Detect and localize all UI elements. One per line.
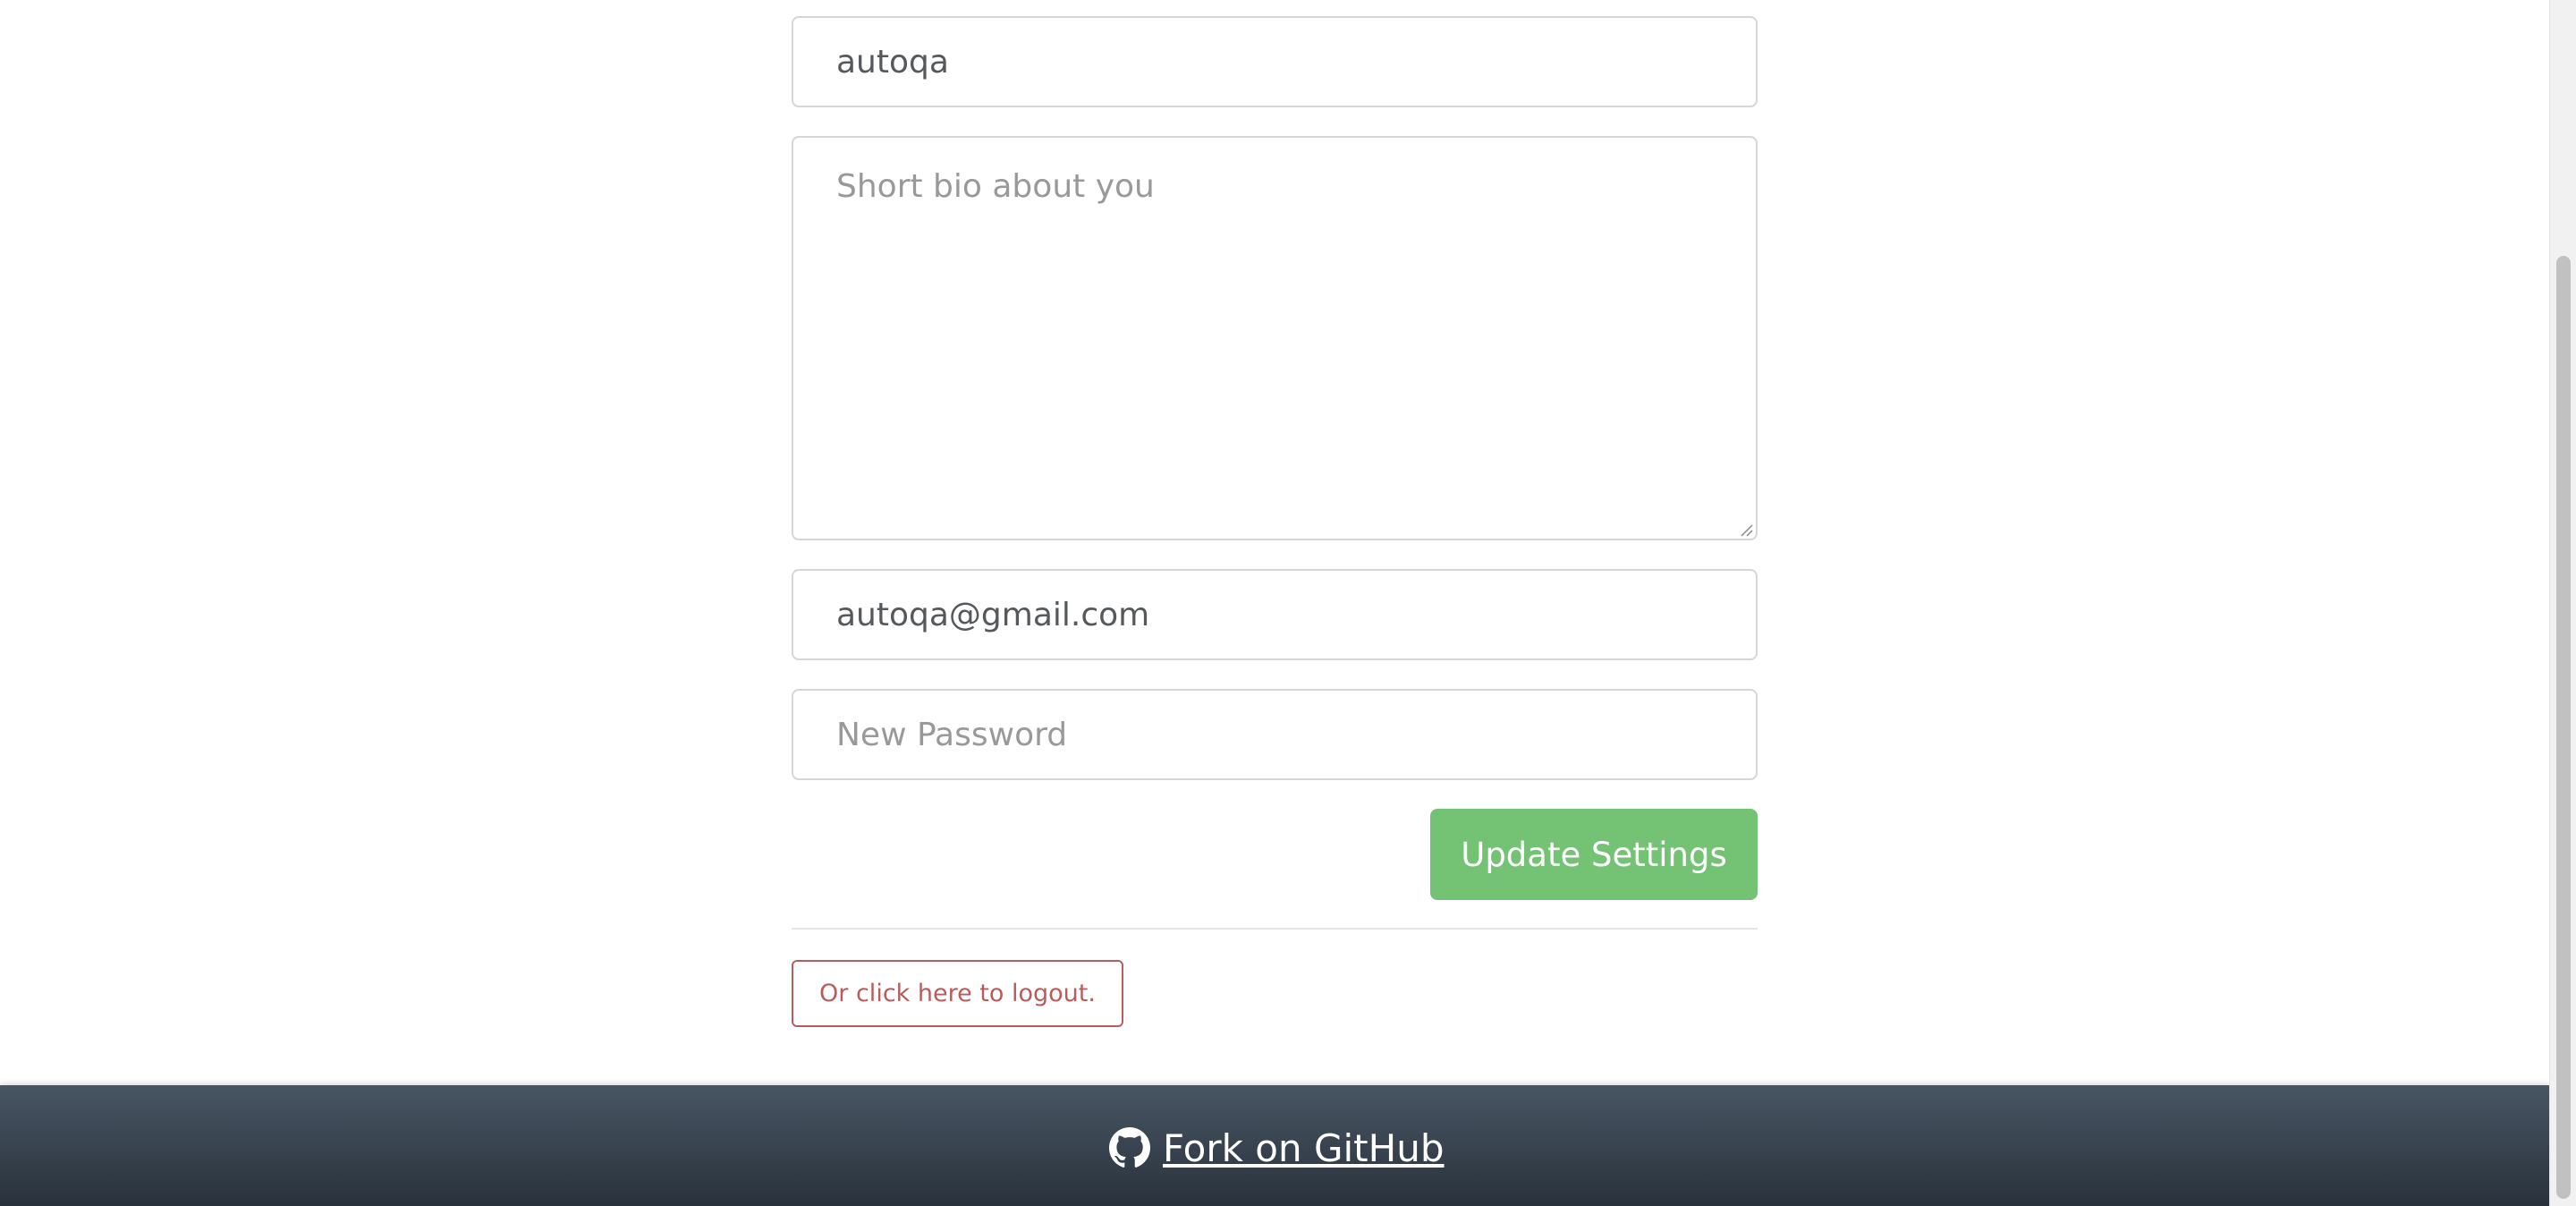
vertical-scrollbar[interactable] xyxy=(2549,0,2576,1206)
bio-textarea[interactable] xyxy=(792,136,1758,540)
page: Update Settings Or click here to logout.… xyxy=(0,0,2576,1206)
scrollbar-thumb[interactable] xyxy=(2556,256,2571,1199)
email-input[interactable] xyxy=(792,569,1758,660)
username-input[interactable] xyxy=(792,16,1758,107)
new-password-input[interactable] xyxy=(792,689,1758,780)
fork-on-github-label: Fork on GitHub xyxy=(1163,1125,1445,1170)
settings-content: Update Settings Or click here to logout. xyxy=(0,0,2549,1085)
update-settings-button[interactable]: Update Settings xyxy=(1430,809,1758,900)
logout-button[interactable]: Or click here to logout. xyxy=(792,960,1123,1027)
github-icon xyxy=(1109,1127,1150,1168)
resize-handle-icon[interactable] xyxy=(1739,522,1753,537)
divider xyxy=(792,928,1758,930)
fork-on-github-link[interactable]: Fork on GitHub xyxy=(1109,1123,1445,1173)
